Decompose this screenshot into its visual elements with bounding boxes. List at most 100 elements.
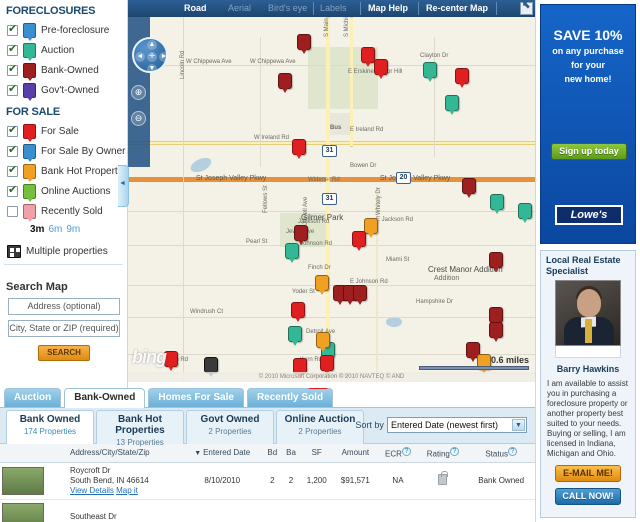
tab-recently-sold[interactable]: Recently Sold NEW [246, 388, 334, 407]
pan-up-icon[interactable]: ▲ [147, 40, 157, 50]
subtab-govt-owned[interactable]: Govt Owned 2 Properties [186, 410, 274, 444]
map-container[interactable]: Road Aerial Bird's eye Labels Map Help R… [128, 0, 535, 382]
map-pin-B[interactable]: B [353, 285, 367, 305]
map-pin-A[interactable]: A [288, 326, 302, 346]
map-pin-A[interactable]: A [285, 243, 299, 263]
email-me-button[interactable]: E-MAIL ME! [555, 465, 621, 482]
checkbox-online-auctions[interactable] [7, 184, 18, 197]
pan-center-icon[interactable]: ✛ [147, 52, 157, 62]
map-pin-B[interactable]: B [489, 322, 503, 342]
view-details-link[interactable]: View Details [70, 486, 114, 495]
checkbox-for-sale[interactable] [7, 124, 18, 137]
column-rating[interactable]: Rating? [418, 444, 468, 463]
map-pin-P[interactable]: P [361, 47, 375, 67]
filter-row-recently-sold[interactable]: S Recently Sold [0, 201, 127, 222]
column-bd[interactable]: Bd [262, 444, 282, 463]
filter-row-online-auctions[interactable]: O Online Auctions [0, 181, 127, 202]
map-pin-H[interactable]: H [316, 332, 330, 352]
map-pan-control[interactable]: ▲ ▼ ◄ ► ✛ [132, 37, 169, 74]
map-pin-P[interactable]: P [291, 302, 305, 322]
tab-bank-owned[interactable]: Bank-Owned [64, 388, 146, 408]
column-status[interactable]: Status? [467, 444, 535, 463]
map-canvas[interactable]: W Chippewa Ave W Chippewa Ave W Ireland … [128, 0, 535, 382]
map-labels-toggle[interactable]: Labels [320, 3, 347, 13]
property-thumbnail[interactable] [2, 466, 44, 495]
filter-row-gov-t-owned[interactable]: G Gov't-Owned [0, 80, 127, 101]
map-pin-P[interactable]: P [164, 351, 178, 371]
property-thumbnail[interactable] [2, 502, 44, 522]
checkbox-bank-owned[interactable] [7, 63, 18, 76]
checkbox-bank-hot-properties[interactable] [7, 164, 18, 177]
filter-row-pre-foreclosure[interactable]: P Pre-foreclosure [0, 20, 127, 41]
checkbox-gov-t-owned[interactable] [7, 83, 18, 96]
map-pin-A[interactable]: A [518, 203, 532, 223]
tab-homes-for-sale[interactable]: Homes For Sale [148, 388, 244, 407]
map-pin-B[interactable]: B [278, 73, 292, 93]
map-pin-H[interactable]: H [364, 218, 378, 238]
map-pin-A[interactable]: A [445, 95, 459, 115]
map-pin-B[interactable]: B [489, 252, 503, 272]
map-pin-A[interactable]: A [423, 62, 437, 82]
city-state-zip-input[interactable]: City, State or ZIP (required) [8, 320, 120, 337]
filter-row-bank-hot-properties[interactable]: H Bank Hot Properties [0, 161, 127, 182]
ad-signup-button[interactable]: Sign up today [551, 143, 627, 160]
term-3m[interactable]: 3m [30, 224, 44, 235]
filter-row-for-sale-by-owner[interactable]: S For Sale By Owner [0, 141, 127, 162]
map-pin-B[interactable]: B [489, 307, 503, 327]
map-pin-P[interactable]: P [292, 139, 306, 159]
table-row[interactable]: Roycroft Dr South Bend, IN 46614 View Deta… [0, 462, 535, 500]
column-amount[interactable]: Amount [333, 444, 378, 463]
map-mode-road[interactable]: Road [184, 3, 207, 13]
map-fullscreen-icon[interactable] [520, 0, 533, 15]
map-help-link[interactable]: Map Help [368, 3, 408, 13]
table-row[interactable]: Southeast Dr [0, 499, 535, 522]
subtab-online-auction[interactable]: Online Auction 2 Properties [276, 410, 364, 444]
checkbox-pre-foreclosure[interactable] [7, 23, 18, 36]
sort-select[interactable]: Entered Date (newest first) ▼ [387, 417, 527, 433]
pan-down-icon[interactable]: ▼ [147, 64, 157, 74]
filter-row-bank-owned[interactable]: B Bank-Owned [0, 60, 127, 81]
map-it-link[interactable]: Map it [116, 486, 138, 495]
map-pin-A[interactable]: A [490, 194, 504, 214]
map-pin-H[interactable]: H [315, 275, 329, 295]
checkbox-recently-sold[interactable] [7, 205, 18, 217]
map-pin-B[interactable]: B [297, 34, 311, 54]
filter-row-for-sale[interactable]: P For Sale [0, 121, 127, 142]
zoom-out-button[interactable]: ⊖ [131, 111, 146, 126]
column-ecr[interactable]: ECR? [377, 444, 419, 463]
recenter-map-button[interactable]: Re-center Map [426, 3, 488, 13]
checkbox-for-sale-by-owner[interactable] [7, 144, 18, 157]
term-9m[interactable]: 9m [66, 224, 80, 235]
checkbox-auction[interactable] [7, 43, 18, 56]
subtab-bank-hot-properties[interactable]: Bank Hot Properties 13 Properties [96, 410, 184, 447]
address-input[interactable]: Address (optional) [8, 298, 120, 315]
map-mode-birdseye[interactable]: Bird's eye [268, 3, 307, 13]
map-pin-P[interactable]: P [455, 68, 469, 88]
map-pin-P[interactable]: P [320, 355, 334, 375]
call-now-button[interactable]: CALL NOW! [555, 488, 621, 505]
lowes-advertisement[interactable]: SAVE 10% on any purchase for your new ho… [540, 4, 636, 244]
search-button[interactable]: SEARCH [38, 345, 90, 361]
column-entered-date[interactable]: ▼ Entered Date [181, 444, 263, 463]
help-icon[interactable]: ? [508, 446, 517, 456]
tab-auction[interactable]: Auction [4, 388, 62, 407]
pan-right-icon[interactable]: ► [159, 52, 169, 62]
pan-left-icon[interactable]: ◄ [135, 52, 145, 62]
column-ba[interactable]: Ba [281, 444, 301, 463]
help-icon[interactable]: ? [401, 446, 411, 456]
lock-icon[interactable] [438, 471, 449, 485]
term-6m[interactable]: 6m [48, 224, 62, 235]
map-mode-aerial[interactable]: Aerial [228, 3, 251, 13]
column-sf[interactable]: SF [300, 444, 334, 463]
chevron-down-icon[interactable]: ▼ [512, 419, 525, 431]
map-pin-multiple[interactable]: ▦ [204, 357, 218, 377]
map-pin-P[interactable]: P [374, 59, 388, 79]
help-icon[interactable]: ? [449, 446, 459, 456]
zoom-in-button[interactable]: ⊕ [131, 85, 146, 100]
filter-row-auction[interactable]: A Auction [0, 40, 127, 61]
subtab-bank-owned[interactable]: Bank Owned 174 Properties [6, 410, 94, 444]
map-pin-P[interactable]: P [352, 231, 366, 251]
panel-collapse-handle[interactable] [118, 165, 129, 207]
map-pin-B[interactable]: B [294, 225, 308, 245]
map-pin-B[interactable]: B [462, 178, 476, 198]
